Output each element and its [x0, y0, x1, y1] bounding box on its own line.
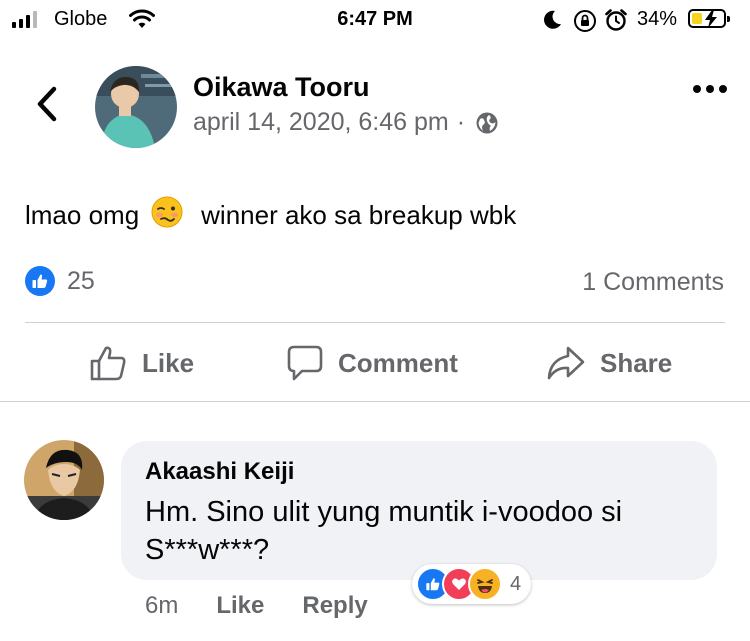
status-bar: Globe 6:47 PM 34%: [0, 0, 750, 40]
globe-icon: [476, 112, 498, 133]
share-arrow-icon: [547, 346, 585, 380]
like-reaction-icon: [25, 266, 55, 296]
like-button[interactable]: Like: [88, 340, 194, 386]
post-author[interactable]: Oikawa Tooru: [193, 72, 370, 103]
meta-separator: ·: [456, 108, 466, 136]
comment-text: Hm. Sino ulit yung muntik i-voodoo si S*…: [145, 496, 623, 566]
share-label: Share: [600, 347, 673, 378]
more-options-button[interactable]: [692, 82, 728, 96]
comment-label: Comment: [338, 347, 458, 378]
post-text-part1: lmao omg: [25, 200, 140, 230]
reaction-count: 25: [67, 266, 95, 295]
battery-percent: 34%: [637, 8, 678, 30]
author-avatar[interactable]: [95, 66, 177, 148]
woozy-face-emoji: [151, 196, 183, 235]
alarm-icon: [604, 8, 628, 38]
comments-count-link[interactable]: 1 Comments: [582, 268, 724, 297]
commenter-avatar[interactable]: [24, 440, 104, 520]
like-label: Like: [142, 347, 195, 378]
back-button[interactable]: [32, 84, 62, 124]
comment-reply-button[interactable]: Reply: [302, 592, 367, 620]
post-text: lmao omg winner ako sa breakup wbk: [25, 196, 516, 235]
divider: [0, 401, 750, 402]
comment-author[interactable]: Akaashi Keiji: [145, 458, 294, 486]
comment-reactions[interactable]: 4: [412, 564, 532, 604]
comment-time: 6m: [145, 592, 179, 619]
post-text-part2: winner ako sa breakup wbk: [201, 200, 517, 230]
comment-button[interactable]: Comment: [286, 340, 458, 386]
comment-meta: 6m Like Reply: [145, 592, 368, 620]
battery-fill: [692, 13, 702, 24]
share-button[interactable]: Share: [546, 340, 672, 386]
comment-reaction-count: 4: [510, 572, 522, 595]
more-horizontal-icon: [693, 85, 727, 93]
post-timestamp[interactable]: april 14, 2020, 6:46 pm: [193, 108, 449, 137]
moon-icon: [541, 9, 563, 37]
reaction-summary[interactable]: 25: [25, 266, 95, 296]
battery-icon: [688, 9, 730, 28]
comment-like-button[interactable]: Like: [216, 592, 264, 620]
rotation-lock-icon: [573, 9, 597, 39]
comment-bubble-icon: [287, 345, 323, 381]
divider: [25, 322, 725, 323]
post-meta: april 14, 2020, 6:46 pm ·: [193, 108, 499, 137]
thumbs-up-icon: [90, 346, 126, 381]
haha-reaction-icon: [468, 567, 502, 601]
chevron-left-icon: [37, 86, 57, 122]
